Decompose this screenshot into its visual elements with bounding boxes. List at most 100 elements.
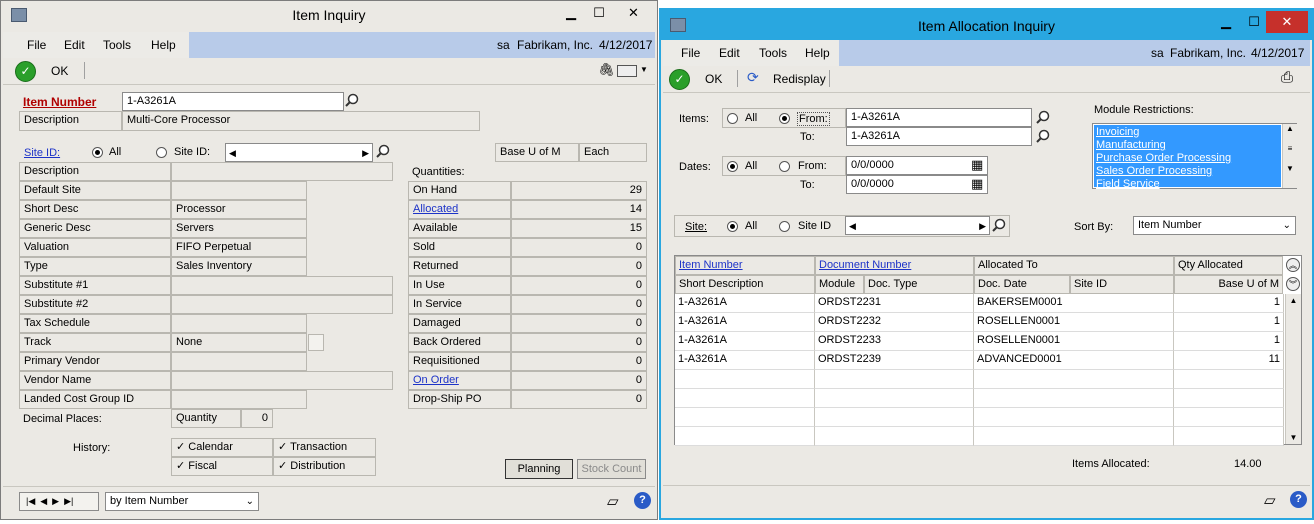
items-from-input[interactable]: 1-A3261A [846, 108, 1032, 127]
chevron-down-icon[interactable]: ▼ [640, 65, 648, 74]
menu-edit[interactable]: Edit [719, 46, 740, 60]
stock-count-button[interactable]: Stock Count [577, 459, 646, 479]
printer-icon[interactable]: ⎙ [1281, 69, 1293, 86]
table-cell[interactable]: 11 [1174, 351, 1284, 370]
menu-edit[interactable]: Edit [64, 38, 85, 52]
module-item[interactable]: Invoicing [1096, 126, 1281, 139]
dates-from-input[interactable]: 0/0/0000 [846, 156, 988, 175]
site-id-radio[interactable] [779, 221, 790, 232]
search-icon[interactable] [1035, 128, 1051, 144]
col-item-number-label[interactable]: Item Number [679, 259, 743, 271]
print-options-icon[interactable] [617, 65, 637, 77]
table-cell[interactable]: 1 [1174, 294, 1284, 313]
table-cell[interactable]: 1 [1174, 313, 1284, 332]
quantity-label[interactable]: Allocated [408, 200, 511, 219]
table-cell[interactable]: 1 [1174, 332, 1284, 351]
site-all-radio[interactable] [727, 221, 738, 232]
minimize-button[interactable]: ▁ [1211, 11, 1241, 33]
menu-tools[interactable]: Tools [103, 38, 131, 52]
redisplay-icon[interactable]: ⟳ [747, 69, 759, 86]
history-calendar[interactable]: ✓ Calendar [171, 438, 273, 457]
redisplay-button[interactable]: Redisplay [773, 72, 826, 86]
expand-rows-icon[interactable]: ︽ [1286, 258, 1300, 272]
site-id-input[interactable]: ◀ ▶ [845, 216, 990, 235]
module-item[interactable]: Manufacturing [1096, 139, 1281, 152]
quantity-label-text[interactable]: Allocated [413, 203, 458, 215]
history-fiscal[interactable]: ✓ Fiscal [171, 457, 273, 476]
table-cell[interactable]: ROSELLEN0001 [974, 313, 1174, 332]
module-item[interactable]: Purchase Order Processing [1096, 152, 1281, 165]
table-cell[interactable]: ROSELLEN0001 [974, 332, 1174, 351]
ok-button[interactable]: OK [705, 72, 722, 86]
site-all-radio[interactable] [92, 147, 103, 158]
help-icon[interactable]: ? [634, 492, 651, 509]
site-id-radio[interactable] [156, 147, 167, 158]
planning-button[interactable]: Planning [505, 459, 573, 479]
collapse-rows-icon[interactable]: ︾ [1286, 277, 1300, 291]
items-from-radio[interactable] [779, 113, 790, 124]
minimize-button[interactable]: ▁ [556, 2, 586, 24]
module-item[interactable]: Field Service [1096, 178, 1281, 191]
table-cell[interactable]: 1-A3261A [675, 332, 815, 351]
menu-help[interactable]: Help [151, 38, 176, 52]
history-transaction[interactable]: ✓ Transaction [273, 438, 376, 457]
module-list-scrollbar[interactable]: ▲ ≡ ▼ [1282, 124, 1297, 188]
ok-icon[interactable]: ✓ [15, 61, 36, 82]
items-all-radio[interactable] [727, 113, 738, 124]
calendar-icon[interactable]: ▦ [971, 176, 983, 192]
history-distribution[interactable]: ✓ Distribution [273, 457, 376, 476]
arrow-left-icon[interactable]: ◀ [229, 146, 236, 161]
module-restrictions-list[interactable]: Invoicing Manufacturing Purchase Order Pro… [1092, 123, 1297, 191]
attachment-icon[interactable]: 🖇 [598, 62, 615, 78]
ok-button[interactable]: OK [51, 64, 68, 78]
scroll-up-icon[interactable]: ▲ [1286, 296, 1301, 305]
col-item-number[interactable]: Item Number [675, 256, 815, 275]
quantity-label-text[interactable]: On Order [413, 374, 459, 386]
site-id-input[interactable]: ◀ ▶ [225, 143, 373, 162]
note-icon[interactable]: ▱ [1264, 491, 1276, 509]
col-document-number-label[interactable]: Document Number [819, 259, 911, 271]
site-link[interactable]: Site: [685, 221, 707, 233]
dates-from-radio[interactable] [779, 161, 790, 172]
menu-tools[interactable]: Tools [759, 46, 787, 60]
arrow-right-icon[interactable]: ▶ [979, 219, 986, 234]
record-nav[interactable]: |◀ ◀ ▶ ▶| [19, 492, 99, 511]
search-icon[interactable] [1035, 109, 1051, 125]
module-item[interactable]: Sales Order Processing [1096, 165, 1281, 178]
note-icon[interactable]: ▱ [607, 492, 619, 510]
table-cell[interactable]: ORDST2239 [815, 351, 974, 370]
search-icon[interactable] [375, 143, 391, 159]
arrow-left-icon[interactable]: ◀ [849, 219, 856, 234]
help-icon[interactable]: ? [1290, 491, 1307, 508]
menu-help[interactable]: Help [805, 46, 830, 60]
scroll-down-icon[interactable]: ▼ [1286, 433, 1301, 442]
table-cell[interactable]: BAKERSEM0001 [974, 294, 1174, 313]
table-cell[interactable]: ADVANCED0001 [974, 351, 1174, 370]
items-to-input[interactable]: 1-A3261A [846, 127, 1032, 146]
calendar-icon[interactable]: ▦ [971, 157, 983, 173]
table-cell[interactable]: 1-A3261A [675, 313, 815, 332]
close-button[interactable]: ✕ [616, 2, 651, 24]
item-number-input[interactable]: 1-A3261A [122, 92, 344, 111]
ok-icon[interactable]: ✓ [669, 69, 690, 90]
search-icon[interactable] [344, 92, 360, 108]
arrow-right-icon[interactable]: ▶ [362, 146, 369, 161]
menu-file[interactable]: File [27, 38, 46, 52]
table-cell[interactable]: ORDST2231 [815, 294, 974, 313]
close-button[interactable]: ✕ [1266, 11, 1308, 33]
sort-by-select[interactable]: Item Number ⌄ [1133, 216, 1296, 235]
search-icon[interactable] [991, 217, 1007, 233]
quantity-decimals[interactable]: 0 [241, 409, 273, 428]
maximize-button[interactable]: ☐ [584, 2, 614, 24]
maximize-button[interactable]: ☐ [1239, 11, 1269, 33]
table-cell[interactable]: ORDST2232 [815, 313, 974, 332]
grid-scrollbar[interactable]: ▲ ▼ [1285, 294, 1301, 444]
table-cell[interactable]: 1-A3261A [675, 294, 815, 313]
dates-all-radio[interactable] [727, 161, 738, 172]
dates-to-input[interactable]: 0/0/0000 [846, 175, 988, 194]
menu-file[interactable]: File [681, 46, 700, 60]
item-number-label[interactable]: Item Number [23, 95, 96, 109]
table-cell[interactable]: 1-A3261A [675, 351, 815, 370]
quantity-label[interactable]: On Order [408, 371, 511, 390]
table-cell[interactable]: ORDST2233 [815, 332, 974, 351]
